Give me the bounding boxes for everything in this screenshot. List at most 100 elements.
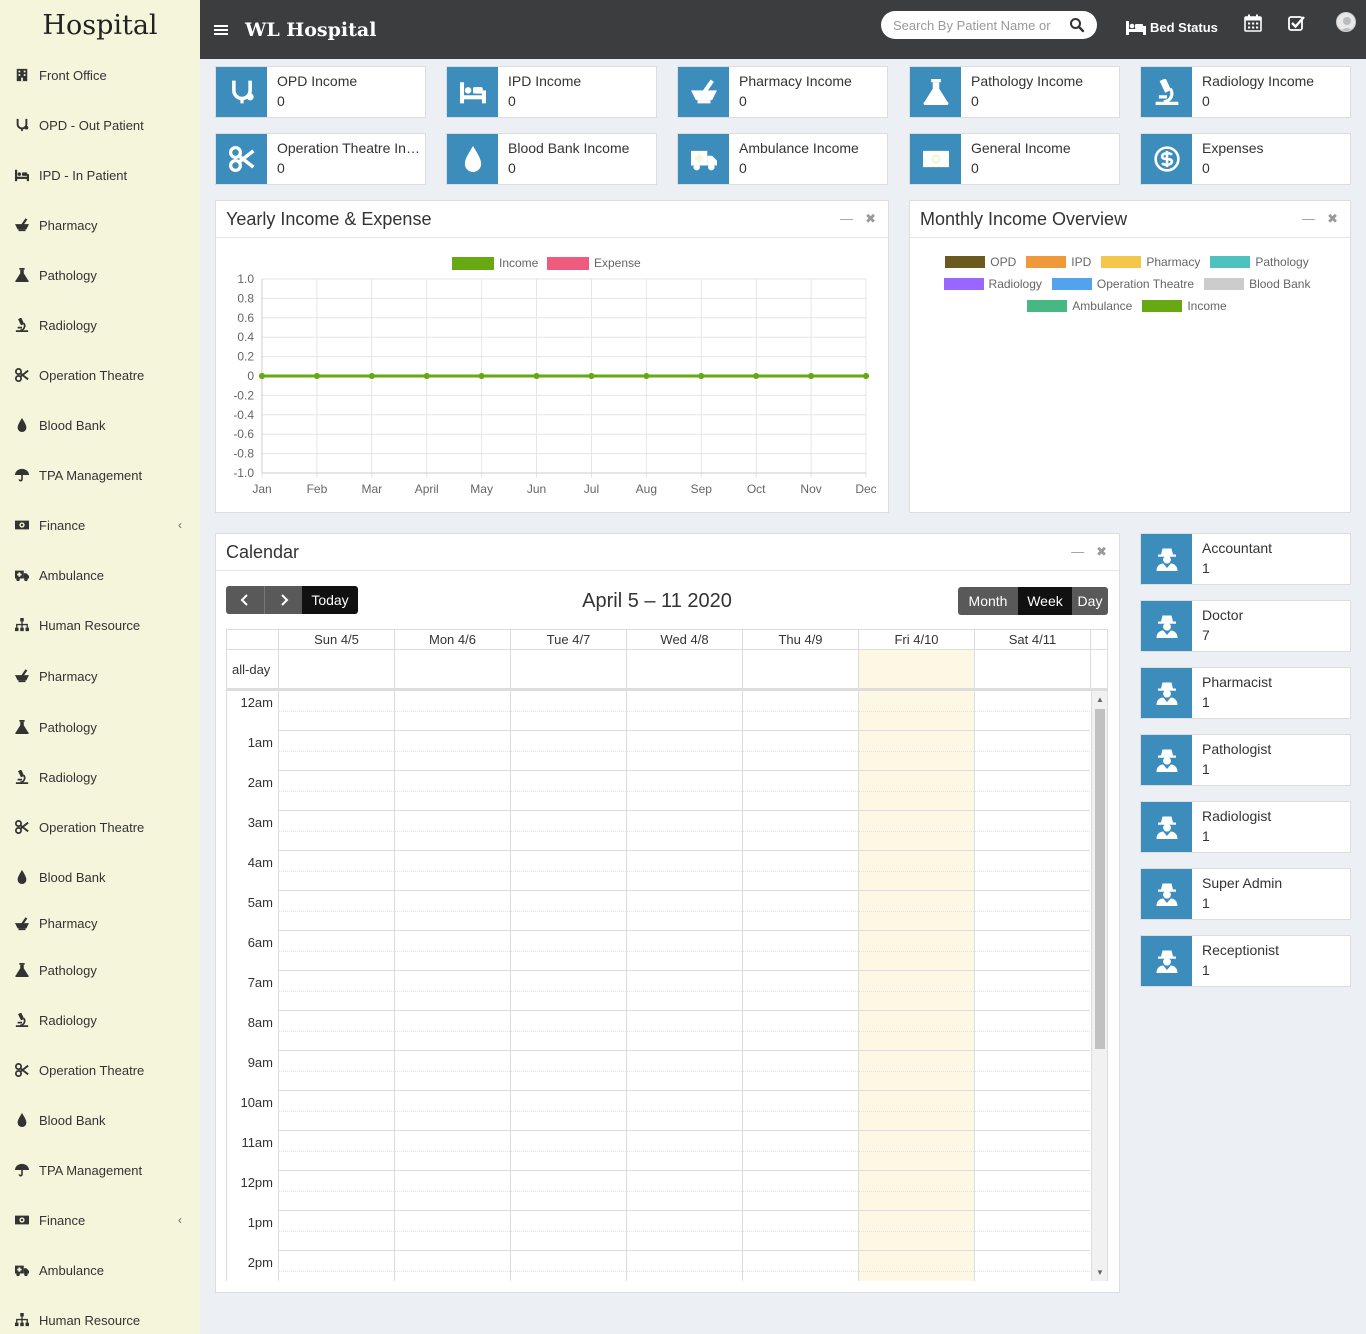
all-day-cell[interactable] bbox=[510, 650, 626, 688]
sidebar-item-blood-bank[interactable]: Blood Bank bbox=[0, 852, 200, 902]
time-slot-cell[interactable] bbox=[742, 731, 858, 771]
time-slot-cell[interactable] bbox=[394, 1211, 510, 1251]
sidebar-item-radiology[interactable]: Radiology bbox=[0, 995, 200, 1045]
time-slot-cell[interactable] bbox=[858, 1051, 974, 1091]
legend-item[interactable]: Blood Bank bbox=[1204, 277, 1310, 291]
sidebar-item-pathology[interactable]: Pathology bbox=[0, 945, 200, 995]
time-slot-cell[interactable] bbox=[626, 771, 742, 811]
time-slot-cell[interactable] bbox=[626, 1051, 742, 1091]
time-slot-cell[interactable] bbox=[742, 691, 858, 731]
sidebar-item-operation-theatre[interactable]: Operation Theatre bbox=[0, 1045, 200, 1095]
time-slot-cell[interactable] bbox=[394, 1011, 510, 1051]
all-day-cell[interactable] bbox=[858, 650, 974, 688]
sidebar-item-ambulance[interactable]: Ambulance bbox=[0, 1245, 200, 1295]
view-week-button[interactable]: Week bbox=[1018, 587, 1072, 615]
time-slot-cell[interactable] bbox=[510, 1131, 626, 1171]
time-slot-cell[interactable] bbox=[858, 731, 974, 771]
time-slot-cell[interactable] bbox=[510, 691, 626, 731]
sidebar-item-pharmacy[interactable]: Pharmacy bbox=[0, 200, 200, 250]
role-box-accountant[interactable]: Accountant 1 bbox=[1140, 533, 1351, 585]
day-header[interactable]: Wed 4/8 bbox=[626, 630, 742, 649]
time-slot-cell[interactable] bbox=[974, 1171, 1090, 1211]
time-slot-cell[interactable] bbox=[742, 851, 858, 891]
prev-week-button[interactable] bbox=[226, 586, 264, 614]
sidebar-item-operation-theatre[interactable]: Operation Theatre bbox=[0, 350, 200, 400]
time-slot-cell[interactable] bbox=[278, 931, 394, 971]
info-box-ipd-income[interactable]: IPD Income 0 bbox=[446, 66, 657, 118]
time-slot-cell[interactable] bbox=[394, 851, 510, 891]
legend-item[interactable]: Pathology bbox=[1210, 255, 1309, 269]
day-header[interactable]: Sun 4/5 bbox=[278, 630, 394, 649]
time-slot-cell[interactable] bbox=[626, 891, 742, 931]
time-slot-cell[interactable] bbox=[742, 891, 858, 931]
sidebar-item-tpa-management[interactable]: TPA Management bbox=[0, 1145, 200, 1195]
next-week-button[interactable] bbox=[264, 586, 302, 614]
time-slot-cell[interactable] bbox=[858, 891, 974, 931]
collapse-icon[interactable]: — bbox=[840, 211, 853, 227]
collapse-icon[interactable]: — bbox=[1302, 211, 1315, 227]
role-box-receptionist[interactable]: Receptionist 1 bbox=[1140, 935, 1351, 987]
time-slot-cell[interactable] bbox=[742, 971, 858, 1011]
time-slot-cell[interactable] bbox=[974, 731, 1090, 771]
all-day-cell[interactable] bbox=[974, 650, 1090, 688]
time-slot-cell[interactable] bbox=[974, 811, 1090, 851]
time-slot-cell[interactable] bbox=[510, 771, 626, 811]
info-box-pharmacy-income[interactable]: Pharmacy Income 0 bbox=[677, 66, 888, 118]
sidebar-item-finance[interactable]: Finance ‹ bbox=[0, 500, 200, 550]
collapse-icon[interactable]: — bbox=[1071, 544, 1084, 560]
time-slot-cell[interactable] bbox=[626, 811, 742, 851]
sidebar-item-radiology[interactable]: Radiology bbox=[0, 752, 200, 802]
time-slot-cell[interactable] bbox=[742, 1011, 858, 1051]
search-input[interactable] bbox=[893, 17, 1053, 33]
time-slot-cell[interactable] bbox=[394, 971, 510, 1011]
time-slot-cell[interactable] bbox=[394, 931, 510, 971]
time-slot-cell[interactable] bbox=[742, 1131, 858, 1171]
sidebar-item-human-resource[interactable]: Human Resource bbox=[0, 600, 200, 650]
time-slot-cell[interactable] bbox=[974, 891, 1090, 931]
legend-item[interactable]: Income bbox=[1142, 299, 1227, 313]
time-slot-cell[interactable] bbox=[626, 731, 742, 771]
time-slot-cell[interactable] bbox=[510, 1251, 626, 1281]
time-slot-cell[interactable] bbox=[858, 691, 974, 731]
time-slot-cell[interactable] bbox=[742, 771, 858, 811]
time-slot-cell[interactable] bbox=[742, 1051, 858, 1091]
time-slot-cell[interactable] bbox=[974, 1131, 1090, 1171]
calendar-scrollbar[interactable]: ▲ ▼ bbox=[1091, 691, 1107, 1281]
calendar-icon[interactable] bbox=[1244, 14, 1262, 32]
bed-status-button[interactable]: Bed Status bbox=[1126, 20, 1218, 35]
time-slot-cell[interactable] bbox=[974, 691, 1090, 731]
time-slot-cell[interactable] bbox=[510, 1011, 626, 1051]
all-day-cell[interactable] bbox=[626, 650, 742, 688]
info-box-blood-bank-income[interactable]: Blood Bank Income 0 bbox=[446, 133, 657, 185]
all-day-cell[interactable] bbox=[742, 650, 858, 688]
day-header[interactable]: Thu 4/9 bbox=[742, 630, 858, 649]
time-slot-cell[interactable] bbox=[510, 811, 626, 851]
time-slot-cell[interactable] bbox=[742, 1091, 858, 1131]
close-icon[interactable]: ✖ bbox=[1327, 211, 1338, 227]
time-slot-cell[interactable] bbox=[278, 1251, 394, 1281]
legend-item[interactable]: Pharmacy bbox=[1101, 255, 1200, 269]
time-slot-cell[interactable] bbox=[974, 1211, 1090, 1251]
time-slot-cell[interactable] bbox=[858, 1251, 974, 1281]
sidebar-item-blood-bank[interactable]: Blood Bank bbox=[0, 1095, 200, 1145]
time-slot-cell[interactable] bbox=[974, 1251, 1090, 1281]
time-slot-cell[interactable] bbox=[742, 931, 858, 971]
time-slot-cell[interactable] bbox=[510, 1171, 626, 1211]
time-slot-cell[interactable] bbox=[394, 1171, 510, 1211]
legend-item[interactable]: Operation Theatre bbox=[1051, 277, 1194, 291]
time-slot-cell[interactable] bbox=[858, 971, 974, 1011]
time-slot-cell[interactable] bbox=[742, 1251, 858, 1281]
time-slot-cell[interactable] bbox=[742, 1211, 858, 1251]
info-box-expenses[interactable]: Expenses 0 bbox=[1140, 133, 1351, 185]
time-slot-cell[interactable] bbox=[974, 931, 1090, 971]
time-slot-cell[interactable] bbox=[858, 931, 974, 971]
time-slot-cell[interactable] bbox=[278, 851, 394, 891]
time-slot-cell[interactable] bbox=[626, 1131, 742, 1171]
info-box-pathology-income[interactable]: Pathology Income 0 bbox=[909, 66, 1120, 118]
sidebar-item-front-office[interactable]: Front Office bbox=[0, 50, 200, 100]
time-slot-cell[interactable] bbox=[974, 1051, 1090, 1091]
role-box-doctor[interactable]: Doctor 7 bbox=[1140, 600, 1351, 652]
time-slot-cell[interactable] bbox=[510, 971, 626, 1011]
sidebar-item-radiology[interactable]: Radiology bbox=[0, 300, 200, 350]
time-slot-cell[interactable] bbox=[278, 1091, 394, 1131]
